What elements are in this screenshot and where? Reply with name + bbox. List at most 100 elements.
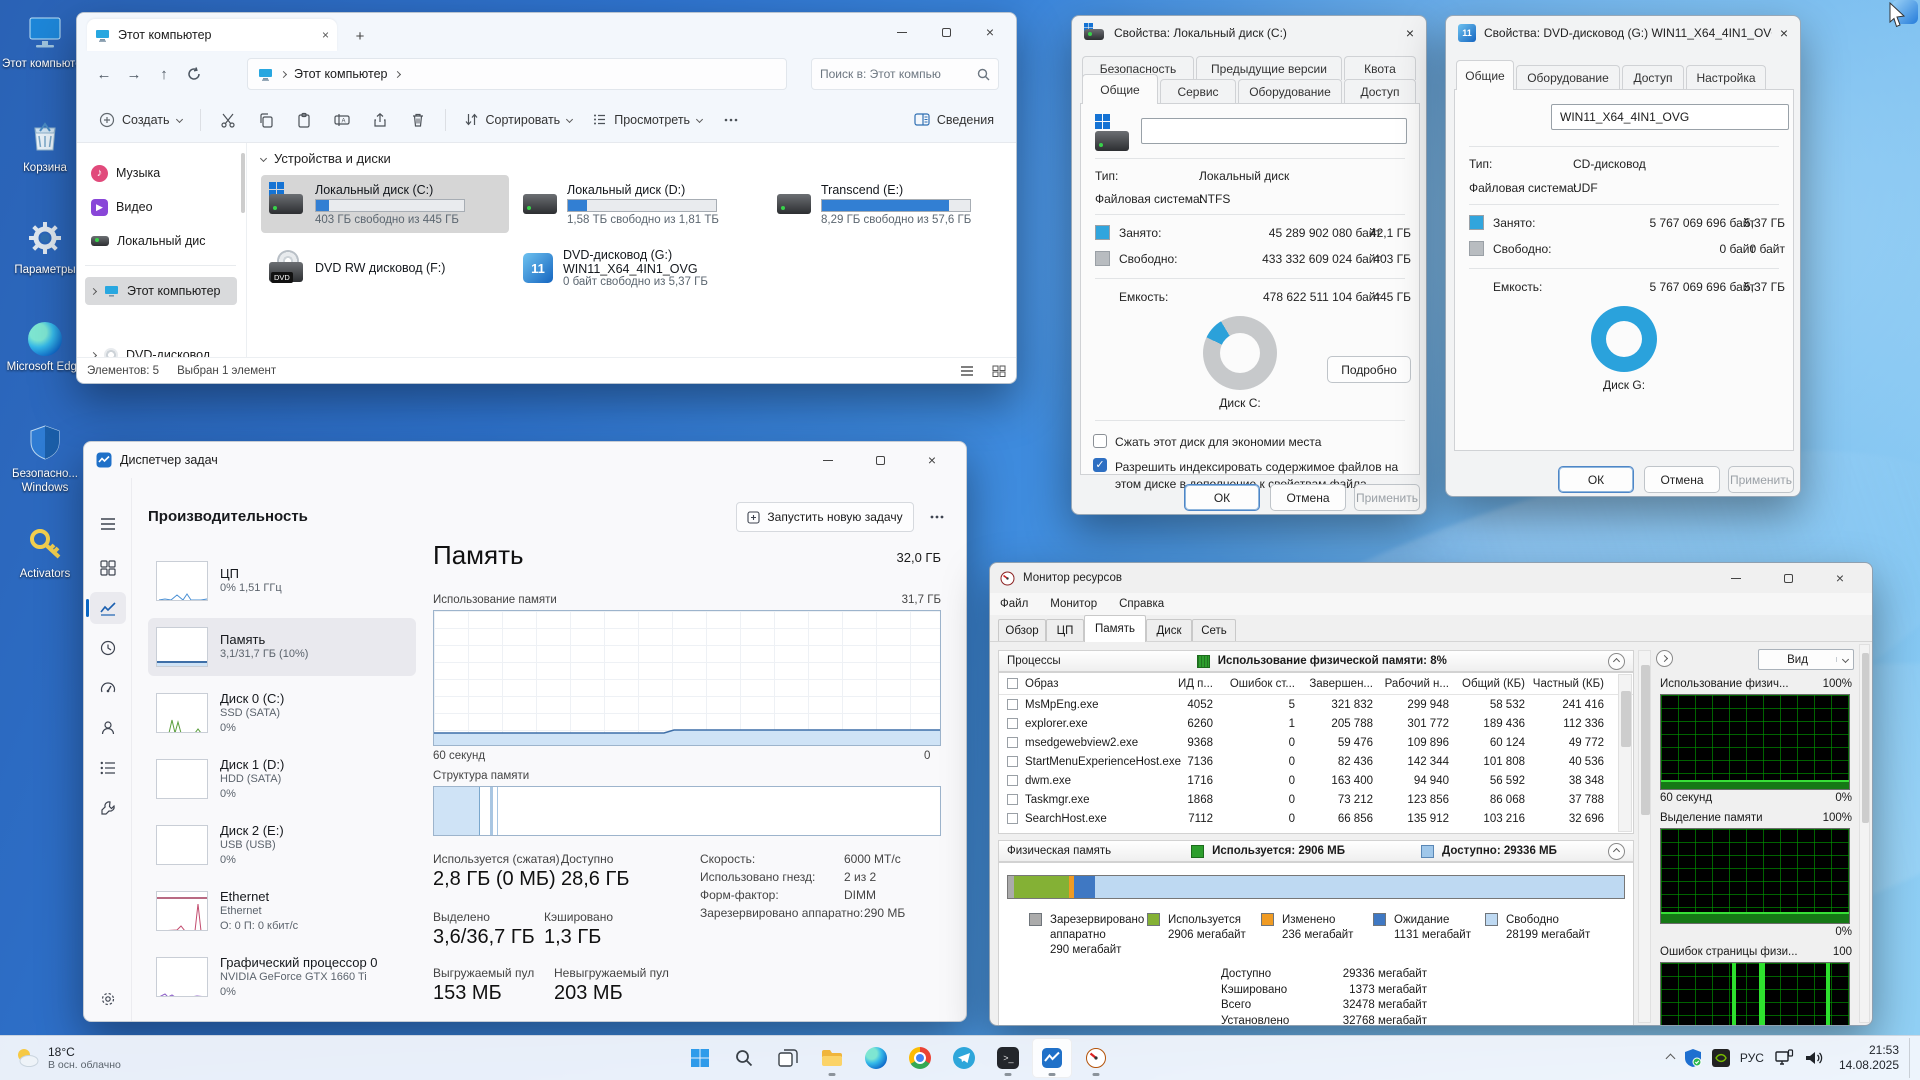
maximize-button[interactable] — [858, 442, 902, 478]
menu-monitor[interactable]: Монитор — [1050, 598, 1097, 610]
volume-tray-icon[interactable] — [1799, 1038, 1829, 1078]
resource-monitor-button[interactable] — [1076, 1038, 1116, 1078]
back-button[interactable]: ← — [89, 59, 119, 89]
tab-hardware[interactable]: Оборудование — [1238, 79, 1342, 103]
col-hard-faults[interactable]: Ошибок ст... — [1219, 678, 1301, 690]
breadcrumb-item[interactable]: Этот компьютер — [294, 67, 387, 81]
properties-g-titlebar[interactable]: 11 Свойства: DVD-дисковод (G:) WIN11_X64… — [1446, 16, 1800, 50]
tray-expand-button[interactable] — [1662, 1038, 1679, 1078]
perf-item-gpu[interactable]: Графический процессор 0 NVIDIA GeForce GT… — [148, 948, 416, 1006]
search-input[interactable]: Поиск в: Этот компью — [811, 58, 999, 90]
perf-item-disk0[interactable]: Диск 0 (C:) SSD (SATA) 0% — [148, 684, 416, 742]
drive-tile-c[interactable]: Локальный диск (C:) 403 ГБ свободно из 4… — [261, 175, 509, 233]
perf-item-disk2[interactable]: Диск 2 (E:) USB (USB) 0% — [148, 816, 416, 874]
nav-processes[interactable] — [90, 552, 126, 584]
menu-help[interactable]: Справка — [1119, 598, 1164, 610]
breadcrumb[interactable]: Этот компьютер — [247, 58, 787, 90]
row-checkbox[interactable] — [1007, 756, 1018, 767]
paste-button[interactable] — [287, 103, 321, 137]
cancel-button[interactable]: Отмена — [1644, 466, 1720, 493]
sidebar-item-local-disk[interactable]: Локальный дис — [85, 227, 237, 255]
sort-button[interactable]: Сортировать — [456, 106, 581, 133]
sidebar-scrollbar[interactable] — [241, 153, 245, 213]
tab-hardware[interactable]: Оборудование — [1516, 65, 1620, 89]
sidebar-item-music[interactable]: ♪ Музыка — [85, 159, 237, 187]
cancel-button[interactable]: Отмена — [1270, 484, 1346, 511]
col-shareable[interactable]: Общий (КБ) — [1455, 678, 1531, 690]
perf-item-memory[interactable]: Память 3,1/31,7 ГБ (10%) — [148, 618, 416, 676]
col-pid[interactable]: ИД п... — [1173, 678, 1219, 690]
tab-general[interactable]: Общие — [1082, 74, 1158, 104]
desktop-icon-windows-security[interactable]: Безопасно... Windows — [0, 424, 90, 496]
create-button[interactable]: Создать — [91, 106, 190, 134]
up-button[interactable]: ↑ — [149, 59, 179, 89]
details-button[interactable]: Подробно — [1327, 356, 1411, 383]
compress-checkbox[interactable] — [1093, 434, 1107, 448]
chrome-button[interactable] — [900, 1038, 940, 1078]
devices-group-header[interactable]: Устройства и диски — [259, 151, 391, 166]
panel-scrollbar[interactable] — [1859, 644, 1870, 1023]
taskman-titlebar[interactable]: Диспетчер задач × — [84, 442, 966, 478]
nav-app-history[interactable] — [90, 632, 126, 664]
nav-details[interactable] — [90, 752, 126, 784]
task-manager-button[interactable] — [1032, 1038, 1073, 1078]
col-commit[interactable]: Завершен... — [1301, 678, 1379, 690]
minimize-button[interactable] — [1714, 563, 1758, 593]
drive-tile-d[interactable]: Локальный диск (D:) 1,58 ТБ свободно из … — [515, 175, 763, 233]
explorer-titlebar[interactable]: Этот компьютер × + × ← → ↑ Этот компьюте… — [77, 13, 1016, 143]
large-icons-view-icon[interactable] — [992, 365, 1006, 377]
telegram-button[interactable] — [944, 1038, 984, 1078]
weather-widget[interactable]: 18°C В осн. облачно — [0, 1045, 135, 1072]
clock[interactable]: 21:53 14.08.2025 — [1829, 1038, 1909, 1078]
tab-cpu[interactable]: ЦП — [1046, 619, 1084, 641]
col-working-set[interactable]: Рабочий н... — [1379, 678, 1455, 690]
windows-security-tray-icon[interactable] — [1679, 1038, 1707, 1078]
drive-tile-f[interactable]: DVD DVD RW дисковод (F:) — [261, 239, 509, 297]
row-checkbox[interactable] — [1007, 794, 1018, 805]
minimize-button[interactable] — [806, 442, 850, 478]
tab-memory[interactable]: Память — [1084, 615, 1146, 642]
nav-startup-apps[interactable] — [90, 672, 126, 704]
minimize-button[interactable] — [880, 13, 924, 51]
nav-services[interactable] — [90, 792, 126, 824]
delete-button[interactable] — [401, 103, 435, 137]
settings-button[interactable] — [90, 983, 126, 1015]
col-private[interactable]: Частный (КБ) — [1531, 678, 1610, 690]
tab-general[interactable]: Общие — [1456, 60, 1514, 90]
tab-network[interactable]: Сеть — [1192, 619, 1236, 641]
nvidia-tray-icon[interactable] — [1707, 1038, 1735, 1078]
apply-button[interactable]: Применить — [1728, 466, 1794, 493]
volume-label-input[interactable] — [1141, 118, 1407, 144]
explorer-tab[interactable]: Этот компьютер × — [87, 19, 337, 51]
rename-button[interactable]: A — [325, 103, 359, 137]
col-image[interactable]: Образ — [1025, 678, 1173, 690]
tab-previous-versions[interactable]: Предыдущие версии — [1196, 56, 1342, 80]
new-tab-button[interactable]: + — [349, 25, 371, 47]
tab-disk[interactable]: Диск — [1146, 619, 1192, 641]
tab-tools[interactable]: Сервис — [1160, 79, 1236, 103]
ok-button[interactable]: ОК — [1184, 484, 1260, 511]
nav-menu-button[interactable] — [90, 508, 126, 540]
run-new-task-button[interactable]: Запустить новую задачу — [736, 502, 914, 532]
task-view-button[interactable] — [768, 1038, 808, 1078]
sidebar-item-this-pc[interactable]: Этот компьютер — [85, 277, 237, 305]
drive-tile-g[interactable]: 11 DVD-дисковод (G:) WIN11_X64_4IN1_OVG … — [515, 239, 763, 297]
apply-button[interactable]: Применить — [1354, 484, 1420, 511]
collapse-panel-icon[interactable] — [1656, 650, 1673, 667]
view-dropdown[interactable]: Вид — [1758, 649, 1854, 670]
table-scrollbar[interactable] — [1618, 674, 1632, 832]
process-row[interactable]: Taskmgr.exe 1868 0 73 212 123 856 86 068 37 78… — [999, 790, 1633, 809]
process-row[interactable]: MsMpEng.exe 4052 5 321 832 299 948 58 532 241 … — [999, 695, 1633, 714]
tab-sharing[interactable]: Доступ — [1622, 65, 1684, 89]
chevron-expand-icon[interactable] — [89, 287, 98, 295]
process-row[interactable]: SearchHost.exe 7112 0 66 856 135 912 103 216 3… — [999, 809, 1633, 828]
forward-button[interactable]: → — [119, 59, 149, 89]
details-pane-button[interactable]: Сведения — [906, 107, 1002, 133]
desktop-icon-activators[interactable]: Activators — [0, 526, 90, 581]
row-checkbox[interactable] — [1007, 737, 1018, 748]
row-checkbox[interactable] — [1007, 699, 1018, 710]
perf-item-disk1[interactable]: Диск 1 (D:) HDD (SATA) 0% — [148, 750, 416, 808]
tab-close-icon[interactable]: × — [322, 28, 329, 42]
more-options-button[interactable] — [930, 508, 944, 522]
close-icon[interactable]: × — [1780, 25, 1788, 41]
